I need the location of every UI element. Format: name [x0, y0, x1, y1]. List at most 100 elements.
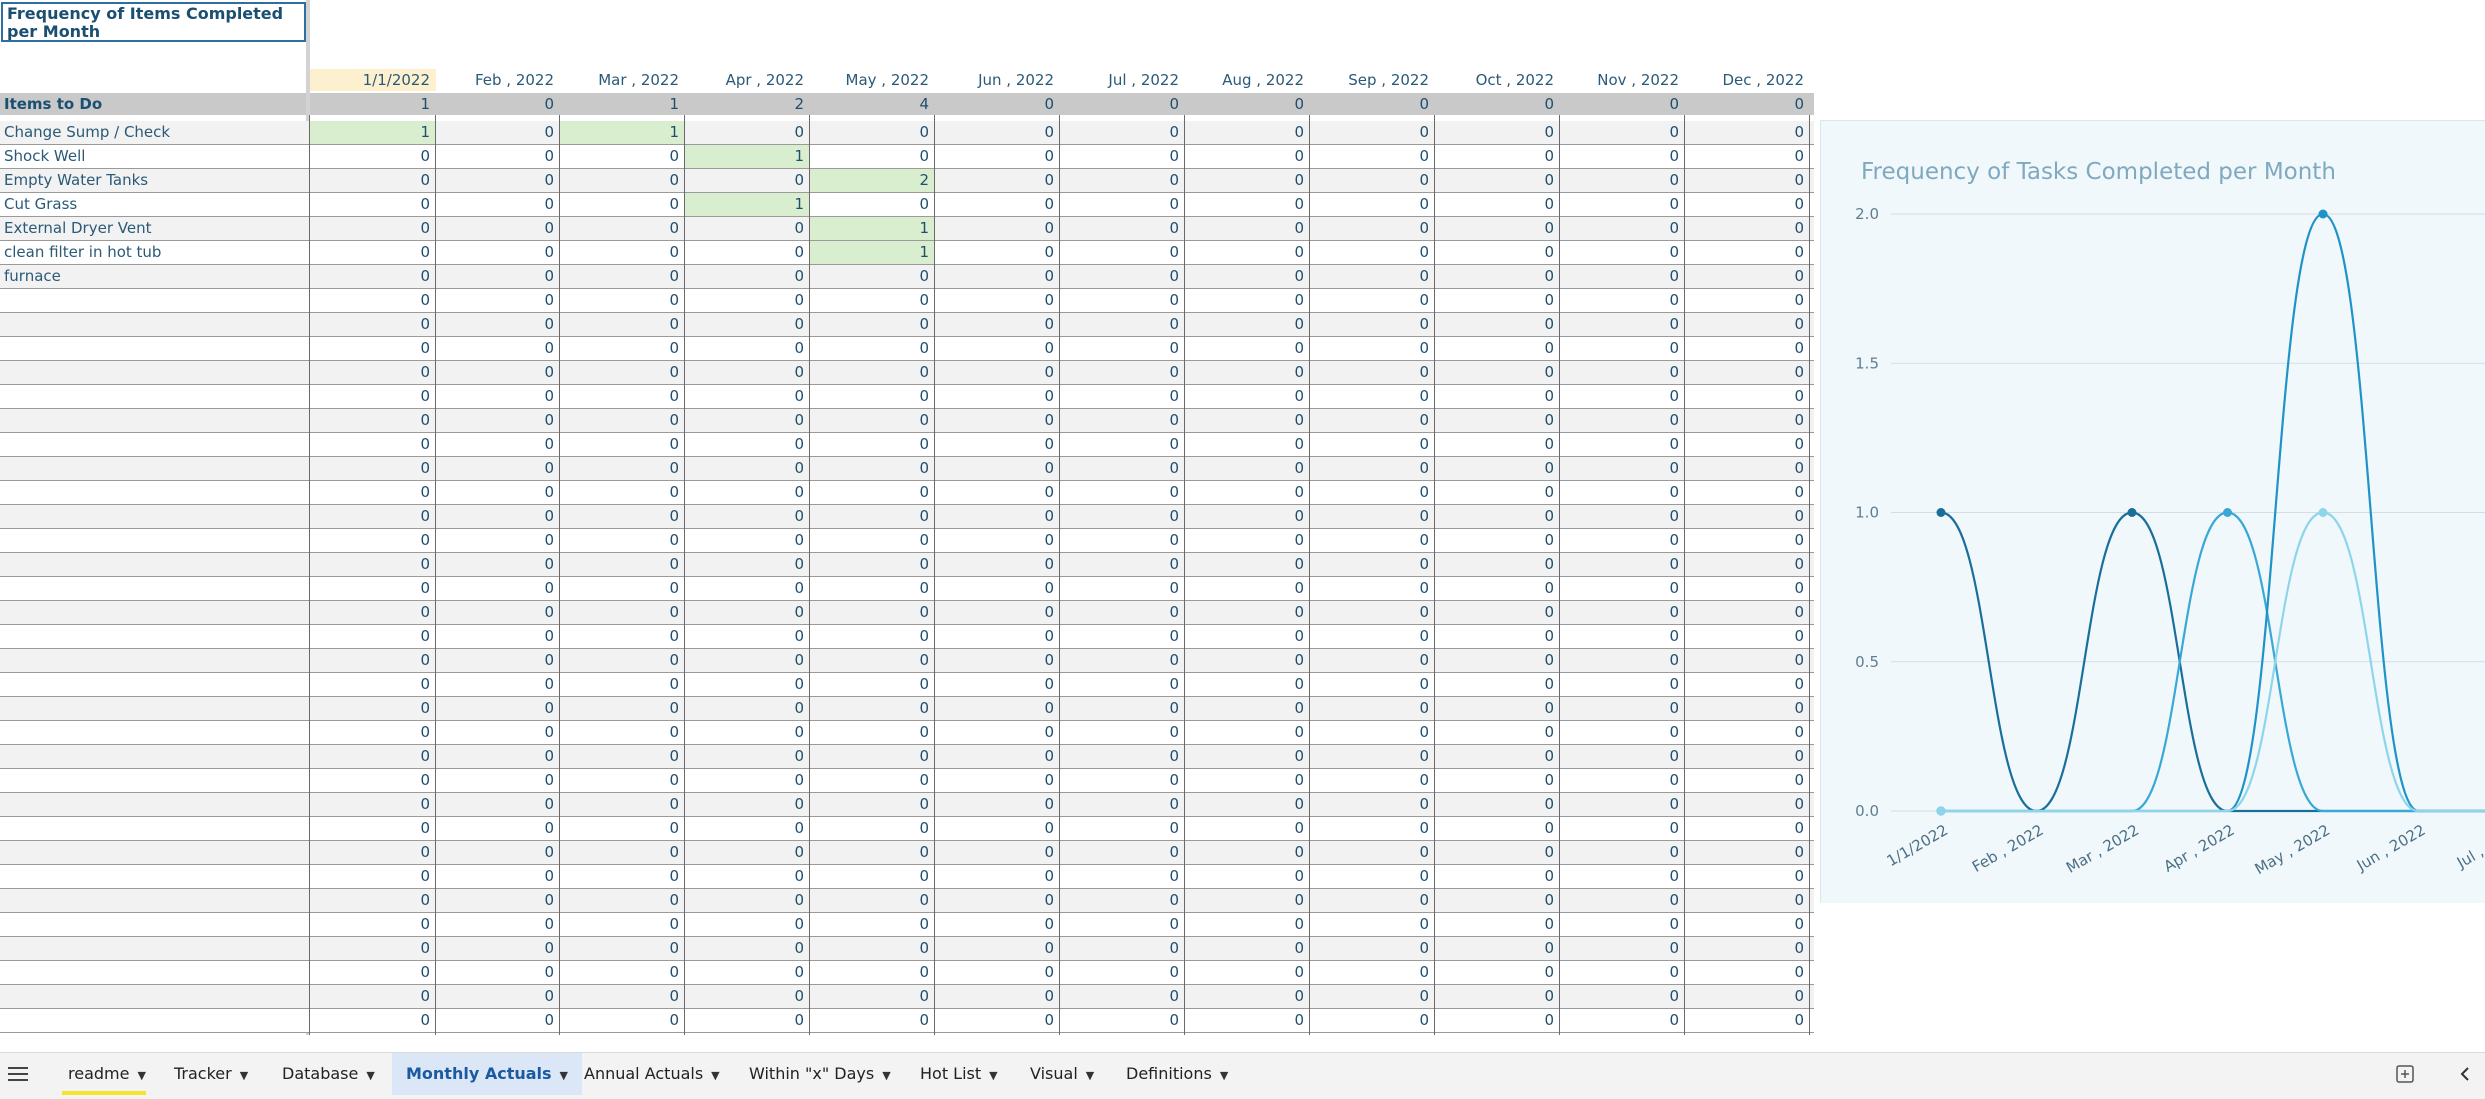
value-cell[interactable]: 0: [1435, 889, 1560, 912]
value-cell[interactable]: 0: [310, 577, 436, 600]
value-cell[interactable]: 0: [1685, 793, 1810, 816]
empty-label-cell[interactable]: [0, 625, 306, 648]
value-cell[interactable]: 0: [1060, 457, 1185, 480]
value-cell[interactable]: 0: [1060, 937, 1185, 960]
total-cell[interactable]: 0: [1435, 93, 1560, 115]
value-cell[interactable]: 0: [310, 817, 436, 840]
value-cell[interactable]: 0: [1685, 289, 1810, 312]
value-cell[interactable]: 0: [685, 673, 810, 696]
value-cell[interactable]: 0: [560, 697, 685, 720]
value-cell[interactable]: 0: [1435, 865, 1560, 888]
value-cell[interactable]: 0: [560, 577, 685, 600]
empty-label-cell[interactable]: [0, 553, 306, 576]
value-cell[interactable]: 0: [685, 121, 810, 144]
value-cell[interactable]: 0: [560, 673, 685, 696]
value-cell[interactable]: 0: [560, 985, 685, 1008]
value-cell[interactable]: 0: [1060, 529, 1185, 552]
value-cell[interactable]: 0: [1435, 553, 1560, 576]
empty-label-cell[interactable]: [0, 673, 306, 696]
value-cell[interactable]: 0: [1185, 505, 1310, 528]
total-cell[interactable]: 0: [1185, 93, 1310, 115]
value-cell[interactable]: 0: [1060, 409, 1185, 432]
value-cell[interactable]: 0: [935, 793, 1060, 816]
value-cell[interactable]: 0: [1310, 745, 1435, 768]
value-cell[interactable]: 0: [560, 529, 685, 552]
value-cell[interactable]: 1: [810, 217, 935, 240]
month-header-cell[interactable]: Jun , 2022: [935, 69, 1060, 91]
value-cell[interactable]: 0: [1060, 241, 1185, 264]
value-cell[interactable]: 0: [1310, 1009, 1435, 1032]
value-cell[interactable]: 0: [810, 985, 935, 1008]
value-cell[interactable]: 0: [810, 793, 935, 816]
value-cell[interactable]: 0: [560, 793, 685, 816]
value-cell[interactable]: 0: [1560, 313, 1685, 336]
value-cell[interactable]: 0: [1060, 361, 1185, 384]
value-cell[interactable]: 0: [1060, 289, 1185, 312]
value-cell[interactable]: 0: [1560, 697, 1685, 720]
value-cell[interactable]: 0: [1185, 409, 1310, 432]
value-cell[interactable]: 0: [685, 529, 810, 552]
value-cell[interactable]: 0: [1560, 529, 1685, 552]
value-cell[interactable]: 0: [310, 553, 436, 576]
empty-label-cell[interactable]: [0, 361, 306, 384]
value-cell[interactable]: 0: [1060, 313, 1185, 336]
value-cell[interactable]: 2: [810, 169, 935, 192]
value-cell[interactable]: 0: [1310, 961, 1435, 984]
value-cell[interactable]: 0: [436, 385, 560, 408]
value-cell[interactable]: 0: [1060, 817, 1185, 840]
empty-label-cell[interactable]: [0, 457, 306, 480]
empty-label-cell[interactable]: [0, 289, 306, 312]
value-cell[interactable]: 0: [685, 913, 810, 936]
value-cell[interactable]: 1: [685, 193, 810, 216]
value-cell[interactable]: 0: [1560, 121, 1685, 144]
value-cell[interactable]: 0: [1685, 841, 1810, 864]
value-cell[interactable]: 0: [1310, 937, 1435, 960]
value-cell[interactable]: 0: [1435, 289, 1560, 312]
value-cell[interactable]: 0: [1685, 937, 1810, 960]
value-cell[interactable]: 0: [1185, 313, 1310, 336]
value-cell[interactable]: 0: [1685, 553, 1810, 576]
value-cell[interactable]: 0: [1185, 937, 1310, 960]
value-cell[interactable]: 0: [310, 673, 436, 696]
empty-label-cell[interactable]: [0, 721, 306, 744]
empty-label-cell[interactable]: [0, 769, 306, 792]
tab-dropdown-caret-icon[interactable]: ▼: [560, 1069, 568, 1082]
value-cell[interactable]: 0: [436, 457, 560, 480]
value-cell[interactable]: 0: [1435, 985, 1560, 1008]
value-cell[interactable]: 0: [1435, 169, 1560, 192]
value-cell[interactable]: 0: [685, 433, 810, 456]
add-sheet-icon[interactable]: [2396, 1065, 2414, 1083]
value-cell[interactable]: 0: [310, 193, 436, 216]
tab-dropdown-caret-icon[interactable]: ▼: [137, 1069, 145, 1082]
value-cell[interactable]: 0: [310, 697, 436, 720]
value-cell[interactable]: 0: [1185, 769, 1310, 792]
value-cell[interactable]: 0: [1560, 409, 1685, 432]
value-cell[interactable]: 0: [810, 361, 935, 384]
value-cell[interactable]: 0: [1060, 721, 1185, 744]
value-cell[interactable]: 0: [1560, 769, 1685, 792]
value-cell[interactable]: 0: [560, 313, 685, 336]
value-cell[interactable]: 0: [1560, 1009, 1685, 1032]
value-cell[interactable]: 0: [1310, 529, 1435, 552]
value-cell[interactable]: 0: [685, 457, 810, 480]
total-cell[interactable]: 0: [1560, 93, 1685, 115]
value-cell[interactable]: 0: [685, 793, 810, 816]
value-cell[interactable]: 0: [310, 529, 436, 552]
value-cell[interactable]: 0: [1185, 841, 1310, 864]
tab-dropdown-caret-icon[interactable]: ▼: [989, 1069, 997, 1082]
value-cell[interactable]: 0: [310, 505, 436, 528]
value-cell[interactable]: 0: [436, 817, 560, 840]
value-cell[interactable]: 0: [1185, 481, 1310, 504]
value-cell[interactable]: 0: [1435, 625, 1560, 648]
value-cell[interactable]: 0: [1435, 217, 1560, 240]
total-cell[interactable]: 0: [436, 93, 560, 115]
value-cell[interactable]: 0: [1435, 121, 1560, 144]
value-cell[interactable]: 0: [310, 433, 436, 456]
value-cell[interactable]: 0: [560, 817, 685, 840]
value-cell[interactable]: 0: [1560, 289, 1685, 312]
value-cell[interactable]: 0: [1060, 745, 1185, 768]
value-cell[interactable]: 0: [560, 145, 685, 168]
value-cell[interactable]: 0: [935, 217, 1060, 240]
value-cell[interactable]: 0: [685, 817, 810, 840]
value-cell[interactable]: 0: [1185, 1009, 1310, 1032]
